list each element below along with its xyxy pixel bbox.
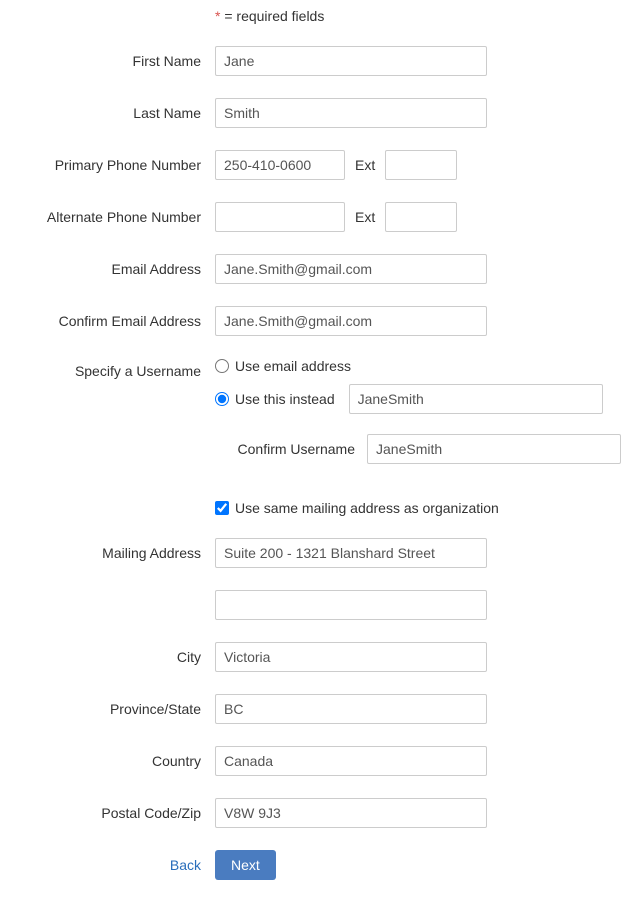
email-row: Email Address — [10, 254, 622, 284]
alternate-ext-field[interactable] — [385, 202, 457, 232]
province-field[interactable] — [215, 694, 487, 724]
next-button[interactable]: Next — [215, 850, 276, 880]
province-row: Province/State — [10, 694, 622, 724]
specify-username-label: Specify a Username — [10, 363, 215, 379]
country-label: Country — [10, 753, 215, 769]
city-row: City — [10, 642, 622, 672]
mailing-address1-field[interactable] — [215, 538, 487, 568]
use-this-radio-label[interactable]: Use this instead — [235, 391, 335, 407]
last-name-label: Last Name — [10, 105, 215, 121]
first-name-field[interactable] — [215, 46, 487, 76]
confirm-username-label: Confirm Username — [215, 441, 355, 457]
country-row: Country — [10, 746, 622, 776]
alternate-phone-label: Alternate Phone Number — [10, 209, 215, 225]
primary-phone-row: Primary Phone Number Ext — [10, 150, 622, 180]
primary-ext-field[interactable] — [385, 150, 457, 180]
confirm-username-row: Confirm Username — [215, 434, 622, 464]
mailing-address-row: Mailing Address — [10, 538, 622, 568]
mailing-address2-field[interactable] — [215, 590, 487, 620]
same-mailing-row: Use same mailing address as organization — [215, 500, 622, 516]
mailing-address2-row — [10, 590, 622, 620]
alternate-phone-field[interactable] — [215, 202, 345, 232]
email-field[interactable] — [215, 254, 487, 284]
registration-form: * = required fields First Name Last Name… — [10, 8, 622, 880]
use-email-radio-label[interactable]: Use email address — [235, 358, 351, 374]
username-row: Specify a Username Use email address — [10, 358, 622, 384]
postal-code-label: Postal Code/Zip — [10, 805, 215, 821]
alternate-ext-label: Ext — [355, 209, 375, 225]
required-star: * = required fields — [215, 8, 324, 24]
use-this-radio[interactable] — [215, 392, 229, 406]
city-label: City — [10, 649, 215, 665]
primary-phone-field[interactable] — [215, 150, 345, 180]
country-field[interactable] — [215, 746, 487, 776]
first-name-row: First Name — [10, 46, 622, 76]
primary-phone-label: Primary Phone Number — [10, 157, 215, 173]
confirm-email-field[interactable] — [215, 306, 487, 336]
same-mailing-label[interactable]: Use same mailing address as organization — [235, 500, 499, 516]
email-label: Email Address — [10, 261, 215, 277]
actions-row: Back Next — [10, 850, 622, 880]
province-label: Province/State — [10, 701, 215, 717]
first-name-label: First Name — [10, 53, 215, 69]
username-field[interactable] — [349, 384, 603, 414]
last-name-field[interactable] — [215, 98, 487, 128]
confirm-email-label: Confirm Email Address — [10, 313, 215, 329]
city-field[interactable] — [215, 642, 487, 672]
confirm-email-row: Confirm Email Address — [10, 306, 622, 336]
back-link[interactable]: Back — [170, 857, 201, 873]
same-mailing-checkbox[interactable] — [215, 501, 229, 515]
use-email-radio[interactable] — [215, 359, 229, 373]
confirm-username-field[interactable] — [367, 434, 621, 464]
mailing-address-label: Mailing Address — [10, 545, 215, 561]
required-note-row: * = required fields — [10, 8, 622, 24]
last-name-row: Last Name — [10, 98, 622, 128]
postal-code-row: Postal Code/Zip — [10, 798, 622, 828]
postal-code-field[interactable] — [215, 798, 487, 828]
alternate-phone-row: Alternate Phone Number Ext — [10, 202, 622, 232]
use-this-row: Use this instead — [215, 384, 622, 414]
primary-ext-label: Ext — [355, 157, 375, 173]
